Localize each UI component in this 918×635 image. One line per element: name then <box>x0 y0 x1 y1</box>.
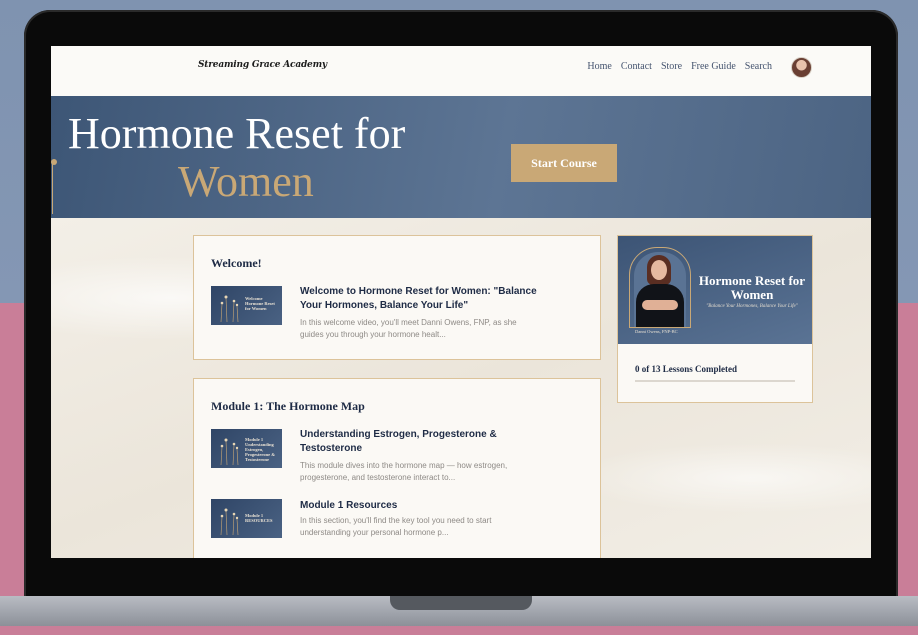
lesson-title-link[interactable]: Understanding Estrogen, Progesterone & T… <box>300 428 540 456</box>
nav-store-link[interactable]: Store <box>661 61 682 72</box>
nav-free-guide-link[interactable]: Free Guide <box>691 61 736 72</box>
welcome-card: Welcome! Welcome Hormone Reset for Women… <box>193 235 601 360</box>
nav-search-link[interactable]: Search <box>745 61 772 72</box>
start-course-button[interactable]: Start Course <box>511 144 617 182</box>
thumbnail-caption: Welcome Hormone Reset for Women <box>245 296 275 311</box>
lesson-description: This module dives into the hormone map —… <box>300 461 508 482</box>
flower-stems-icon <box>220 295 239 322</box>
site-header: Streaming Grace Academy Home Contact Sto… <box>51 46 871 97</box>
course-progress-bar <box>635 380 795 382</box>
course-hero: Hormone Reset for Women Start Course <box>51 96 871 218</box>
course-progress-card: Danni Owens, FNP-BC Hormone Reset for Wo… <box>617 235 813 403</box>
lesson-thumbnail[interactable]: Welcome Hormone Reset for Women <box>211 286 282 325</box>
sidebar-tagline: "Balance Your Hormones, Balance Your Lif… <box>706 304 798 309</box>
module1-card: Module 1: The Hormone Map Module 1 Under… <box>193 378 601 558</box>
hero-title-line2: Women <box>178 157 314 206</box>
instructor-photo <box>634 252 686 327</box>
sidebar-course-title: Hormone Reset for Women <box>698 273 806 302</box>
site-logo[interactable]: Streaming Grace Academy <box>198 60 327 70</box>
lesson-thumbnail[interactable]: Module 1 Understanding Estrogen, Progest… <box>211 429 282 468</box>
lesson-thumbnail[interactable]: Module 1 RESOURCES <box>211 499 282 538</box>
nav-contact-link[interactable]: Contact <box>621 61 652 72</box>
course-banner: Danni Owens, FNP-BC Hormone Reset for Wo… <box>618 236 812 344</box>
welcome-card-title: Welcome! <box>211 256 262 270</box>
nav-home-link[interactable]: Home <box>587 61 611 72</box>
lessons-completed-text: 0 of 13 Lessons Completed <box>635 364 738 374</box>
hero-decor-line <box>52 162 53 214</box>
flower-stems-icon <box>220 438 239 465</box>
browser-screen: Streaming Grace Academy Home Contact Sto… <box>51 46 871 558</box>
lesson-title-link[interactable]: Welcome to Hormone Reset for Women: "Bal… <box>300 285 540 313</box>
flower-stems-icon <box>220 508 239 535</box>
module1-card-title: Module 1: The Hormone Map <box>211 399 365 413</box>
main-nav: Home Contact Store Free Guide Search <box>578 61 772 72</box>
user-avatar[interactable] <box>791 57 812 78</box>
thumbnail-caption: Module 1 Understanding Estrogen, Progest… <box>245 437 275 462</box>
instructor-caption: Danni Owens, FNP-BC <box>635 329 678 334</box>
lesson-description: In this welcome video, you'll meet Danni… <box>300 318 517 339</box>
lesson-title-link[interactable]: Module 1 Resources <box>300 499 540 513</box>
lesson-description: In this section, you'll find the key too… <box>300 516 492 537</box>
hero-title-line1: Hormone Reset for <box>68 109 406 158</box>
laptop-notch <box>390 596 532 610</box>
thumbnail-caption: Module 1 RESOURCES <box>245 513 273 523</box>
